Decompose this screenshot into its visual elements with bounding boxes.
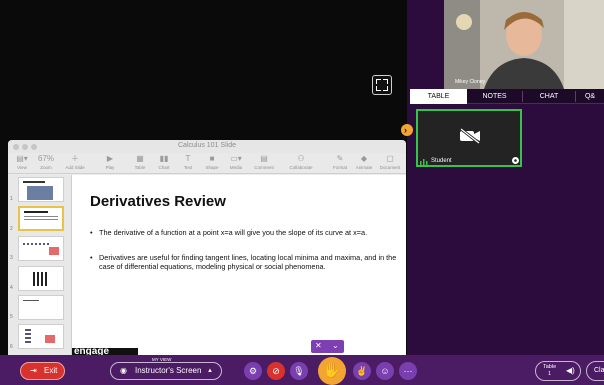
toolbar-play[interactable]: ▶ Play [98, 153, 122, 174]
chevron-right-icon: › [404, 125, 407, 135]
speaker-icon: ◀) [566, 366, 575, 375]
add-icon: ＋ [71, 154, 79, 163]
participant-video [444, 0, 604, 89]
toolbar-animate[interactable]: ◆ Animate [352, 153, 376, 174]
my-view-selector[interactable]: ◉ Instructor's Screen ▲ [110, 362, 222, 380]
window-title: Calculus 101 Slide [178, 142, 236, 149]
pen-off-icon[interactable]: ✕ [315, 341, 322, 350]
slide-bullet: • Derivatives are useful for finding tan… [90, 253, 397, 271]
slide-thumbnail[interactable] [18, 295, 64, 320]
toolbar-zoom[interactable]: 67% Zoom [34, 153, 58, 174]
toolbar-format[interactable]: ✎ Format [328, 153, 352, 174]
comment-icon: ▤ [260, 154, 268, 163]
settings-button[interactable]: ⚙ [244, 362, 262, 380]
chevron-down-icon[interactable]: ⌄ [332, 341, 339, 350]
toolbar-text[interactable]: T Text [176, 153, 200, 174]
slide-control-pill[interactable]: ✕ ⌄ [311, 340, 344, 353]
keynote-toolbar: ▤▾ View 67% Zoom ＋ Add Slide ▶ Play ▦ Table ▮… [8, 153, 406, 174]
reaction-icon: ✌ [356, 366, 368, 376]
toolbar-comment[interactable]: ▤ Comment [250, 153, 278, 174]
toolbar-document[interactable]: ▢ Document [376, 153, 404, 174]
panel-tabs: TABLE NOTES CHAT Q& [410, 89, 604, 104]
tab-chat[interactable]: CHAT [523, 89, 575, 104]
play-icon: ▶ [106, 154, 114, 163]
emoji-button[interactable]: ☺ [376, 362, 394, 380]
collaborate-icon: ⚇ [297, 154, 305, 163]
slide-thumbnail[interactable] [18, 266, 64, 291]
toolbar-media[interactable]: ▭▾ Media [224, 153, 248, 174]
slide-canvas: Derivatives Review • The derivative of a… [72, 175, 406, 355]
student-label: Student [431, 158, 452, 164]
eye-icon: ◉ [120, 366, 127, 375]
slide-thumbnail-selected[interactable] [18, 206, 64, 231]
table-button[interactable]: Table 1 ◀) [535, 361, 581, 381]
raise-hand-button[interactable]: ✋ [318, 357, 346, 385]
slide-thumbnail[interactable] [18, 324, 64, 349]
toolbar-shape[interactable]: ■ Shape [200, 153, 224, 174]
chart-icon: ▮▮ [159, 154, 169, 163]
video-toggle-button[interactable]: ⊘ [267, 362, 285, 380]
toolbar-collaborate[interactable]: ⚇ Collaborate [284, 153, 318, 174]
table-icon: ▦ [136, 154, 144, 163]
toolbar-view[interactable]: ▤▾ View [10, 153, 34, 174]
mic-button[interactable]: 🎙 [290, 362, 308, 380]
view-icon: ▤▾ [16, 154, 28, 163]
exit-icon: ⇥ [30, 366, 37, 375]
format-icon: ✎ [336, 154, 344, 163]
cut-off-button[interactable]: Cla [586, 361, 604, 381]
audio-level-icon [420, 159, 428, 165]
keynote-window: Calculus 101 Slide ▤▾ View 67% Zoom ＋ Add S… [8, 140, 406, 355]
media-icon: ▭▾ [230, 154, 242, 163]
participant-name: Mikey Cloney [455, 79, 486, 85]
more-button[interactable]: ⋯ [399, 362, 417, 380]
tab-table[interactable]: TABLE [410, 89, 467, 104]
mic-icon: 🎙 [293, 366, 305, 376]
chevron-up-icon: ▲ [207, 368, 213, 374]
toolbar-table[interactable]: ▦ Table [128, 153, 152, 174]
toolbar-add-slide[interactable]: ＋ Add Slide [60, 153, 90, 174]
hand-icon: ✋ [322, 362, 342, 379]
video-off-icon [460, 128, 480, 144]
settings-icon[interactable] [511, 156, 520, 165]
shape-icon: ■ [209, 154, 215, 163]
participant-camera [444, 0, 604, 89]
video-off-icon: ⊘ [272, 366, 280, 376]
slide-navigator: 1 2 3 4 5 6 [8, 175, 72, 355]
tab-notes[interactable]: NOTES [467, 89, 522, 104]
more-icon: ⋯ [403, 366, 413, 376]
text-icon: T [185, 154, 191, 163]
my-view-label: MY VIEW [150, 357, 174, 362]
toolbar-chart[interactable]: ▮▮ Chart [152, 153, 176, 174]
engage-logo: engage [72, 348, 138, 355]
slide-bullet: • The derivative of a function at a poin… [90, 228, 368, 237]
collapse-panel-button[interactable]: › [401, 124, 413, 136]
slide-title: Derivatives Review [90, 193, 226, 210]
slide-thumbnail[interactable] [18, 177, 64, 202]
settings-icon: ⚙ [248, 366, 258, 376]
tab-qa[interactable]: Q& [576, 89, 604, 104]
document-icon: ▢ [386, 154, 394, 163]
slide-thumbnail[interactable] [18, 236, 64, 261]
window-titlebar: Calculus 101 Slide [8, 140, 406, 153]
reaction-button[interactable]: ✌ [353, 362, 371, 380]
exit-button[interactable]: ⇥ Exit [20, 362, 65, 380]
emoji-icon: ☺ [380, 366, 390, 376]
fullscreen-button[interactable] [372, 75, 392, 95]
animate-icon: ◆ [360, 154, 368, 163]
expand-icon [376, 79, 381, 84]
